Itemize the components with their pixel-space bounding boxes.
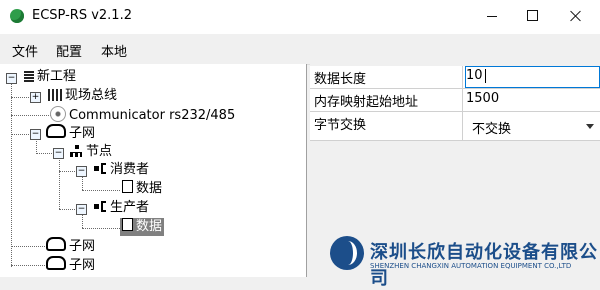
column-divider xyxy=(462,112,463,140)
maximize-button[interactable] xyxy=(518,6,546,26)
collapse-toggle[interactable]: − xyxy=(6,73,17,84)
watermark-company-name-en: SHENZHEN CHANGXIN AUTOMATION EQUIPMENT C… xyxy=(370,262,572,270)
tree-line xyxy=(36,138,37,154)
tree-node-root[interactable]: 新工程 xyxy=(24,68,76,86)
data-icon xyxy=(122,218,133,231)
property-row-data-length: 数据长度 10 xyxy=(310,66,600,89)
tree-node-label: 消费者 xyxy=(110,162,150,177)
chevron-down-icon[interactable] xyxy=(586,124,594,129)
cloud-icon xyxy=(46,256,66,270)
tree-line xyxy=(82,228,120,229)
collapse-toggle[interactable]: − xyxy=(53,148,64,159)
column-divider xyxy=(462,89,463,111)
tree-node-subnet[interactable]: 子网 xyxy=(46,124,95,142)
collapse-toggle[interactable]: − xyxy=(76,204,87,215)
tree-node-subnet[interactable]: 子网 xyxy=(46,237,95,255)
tree-node-node[interactable]: 节点 xyxy=(70,143,112,161)
menu-config[interactable]: 配置 xyxy=(56,41,82,60)
tree-node-label: 子网 xyxy=(69,126,96,141)
property-row-byte-swap[interactable]: 字节交换 不交换 xyxy=(310,112,600,141)
close-button[interactable] xyxy=(562,6,590,26)
tree-node-consumer-data[interactable]: 数据 xyxy=(122,180,162,198)
consumer-icon xyxy=(94,163,108,175)
tree-node-label: 现场总线 xyxy=(65,88,118,103)
data-icon xyxy=(122,180,133,193)
tree-line xyxy=(11,265,47,266)
text-caret xyxy=(485,69,486,83)
property-value: 1500 xyxy=(466,91,500,106)
tree-line xyxy=(11,246,47,247)
company-logo xyxy=(330,236,364,270)
project-icon xyxy=(24,70,34,82)
tree-line xyxy=(11,115,51,116)
tree-line xyxy=(11,97,31,98)
tree-node-consumer[interactable]: 消费者 xyxy=(94,161,149,179)
property-row-memory-start[interactable]: 内存映射起始地址 1500 xyxy=(310,89,600,112)
tree-node-label: 生产者 xyxy=(110,200,150,215)
cloud-icon xyxy=(46,237,66,251)
tree-node-label: 节点 xyxy=(86,144,113,159)
producer-icon xyxy=(94,201,108,213)
project-tree[interactable]: − 新工程 + 现场总线 Communicator rs232/485 − 子网… xyxy=(0,64,307,277)
expand-toggle[interactable]: + xyxy=(30,92,41,103)
menu-local[interactable]: 本地 xyxy=(101,41,127,60)
antenna-icon xyxy=(50,106,66,122)
menu-file[interactable]: 文件 xyxy=(12,41,38,60)
tree-node-label: 子网 xyxy=(69,239,96,254)
tree-node-label: Communicator rs232/485 xyxy=(69,108,236,123)
tree-line xyxy=(82,190,120,191)
tree-line xyxy=(59,157,60,209)
tree-node-label: 新工程 xyxy=(37,69,77,84)
column-divider xyxy=(462,66,463,88)
byte-swap-select[interactable]: 不交换 xyxy=(472,118,511,137)
cloud-icon xyxy=(46,124,66,138)
title-bar: ECSP-RS v2.1.2 xyxy=(0,0,600,34)
minimize-button[interactable] xyxy=(478,6,506,26)
hierarchy-icon xyxy=(70,145,84,157)
tree-node-label: 数据 xyxy=(136,219,163,234)
app-icon xyxy=(10,9,24,23)
tree-node-label: 数据 xyxy=(136,181,163,196)
collapse-toggle[interactable]: − xyxy=(30,129,41,140)
tree-line xyxy=(11,134,31,135)
tree-node-producer-data[interactable]: 数据 xyxy=(120,218,165,236)
collapse-toggle[interactable]: − xyxy=(76,166,87,177)
property-name: 字节交换 xyxy=(314,118,367,133)
tree-line xyxy=(11,77,12,267)
window-title: ECSP-RS v2.1.2 xyxy=(32,8,132,23)
menu-bar: 文件 配置 本地 xyxy=(0,34,600,65)
tree-node-label: 子网 xyxy=(69,258,96,273)
fieldbus-icon xyxy=(48,89,62,101)
property-name: 内存映射起始地址 xyxy=(314,95,419,110)
property-value: 10 xyxy=(466,68,483,83)
tree-node-subnet[interactable]: 子网 xyxy=(46,256,95,274)
tree-node-producer[interactable]: 生产者 xyxy=(94,199,149,217)
property-name: 数据长度 xyxy=(314,72,367,87)
tree-node-communicator[interactable]: Communicator rs232/485 xyxy=(50,106,235,124)
tree-node-fieldbus[interactable]: 现场总线 xyxy=(48,87,117,105)
tree-line xyxy=(82,214,83,228)
tree-line xyxy=(82,176,83,190)
